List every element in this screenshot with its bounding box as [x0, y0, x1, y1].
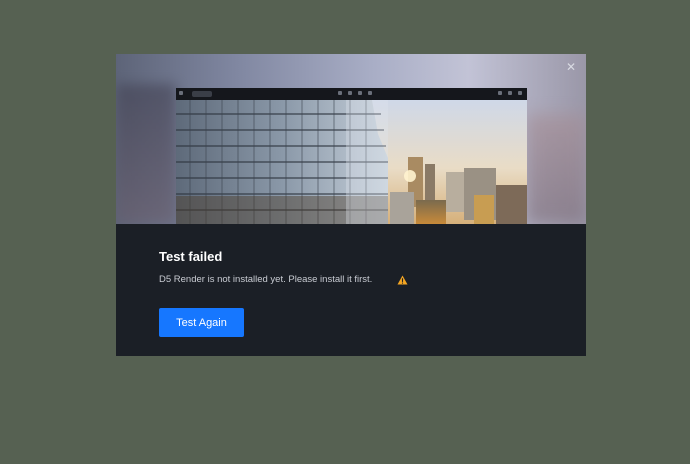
- test-again-button[interactable]: Test Again: [159, 308, 244, 337]
- preview-tool-icon: [508, 91, 512, 95]
- preview-tab: [192, 91, 212, 97]
- preview-tool-icon: [368, 91, 372, 95]
- warning-triangle-icon: [397, 275, 408, 285]
- test-dialog: ✕ Test failed D5 Render is not installed…: [116, 54, 586, 356]
- preview-tool-icon: [498, 91, 502, 95]
- dialog-title: Test failed: [159, 249, 223, 264]
- preview-titlebar: [176, 88, 527, 100]
- hero-blur-right: [526, 114, 586, 224]
- preview-tool-icon: [358, 91, 362, 95]
- preview-render-image: [176, 100, 527, 224]
- preview-tool-icon: [518, 91, 522, 95]
- preview-tool-icon: [338, 91, 342, 95]
- hero-banner: ✕: [116, 54, 586, 224]
- hero-blur-left: [116, 84, 176, 224]
- preview-logo-icon: [179, 91, 183, 95]
- app-preview-screenshot: [176, 88, 527, 224]
- close-icon[interactable]: ✕: [564, 60, 578, 74]
- preview-tool-icon: [348, 91, 352, 95]
- dialog-message: D5 Render is not installed yet. Please i…: [159, 274, 373, 285]
